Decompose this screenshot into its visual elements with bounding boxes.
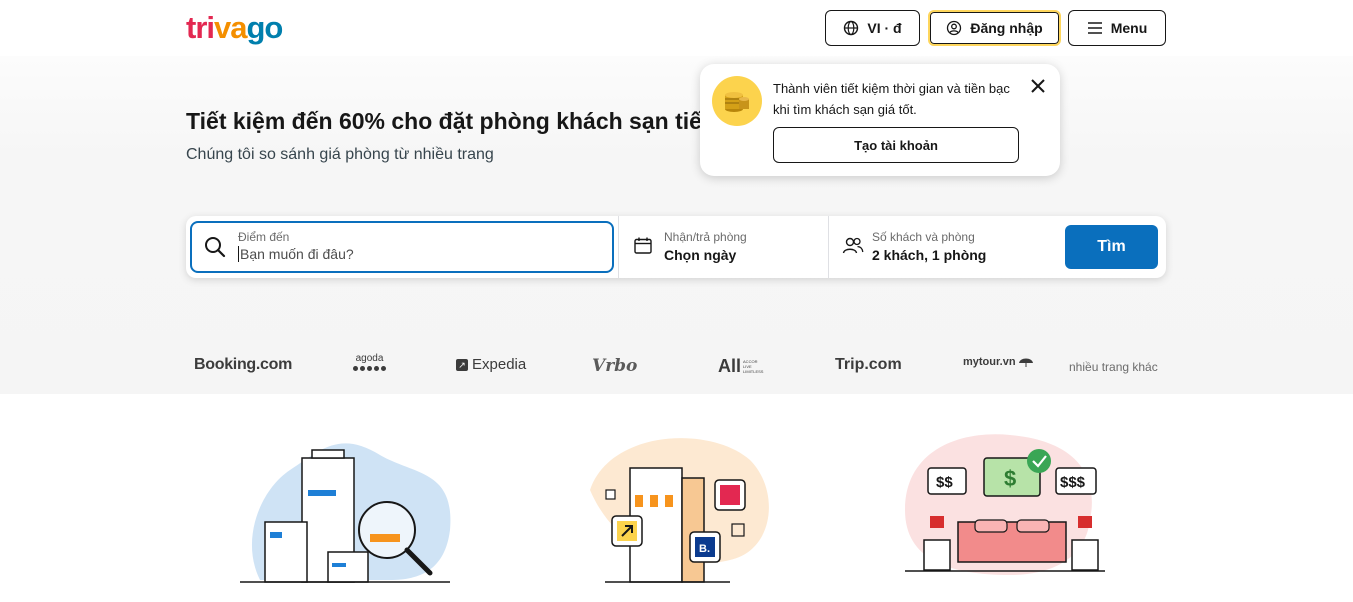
hamburger-icon [1087, 22, 1102, 34]
create-account-button[interactable]: Tạo tài khoản [773, 127, 1019, 163]
svg-text:B.: B. [699, 543, 710, 555]
umbrella-icon [1018, 358, 1033, 367]
svg-text:$$$: $$$ [1060, 474, 1086, 491]
city-search-illustration [240, 443, 451, 583]
agoda-wordmark: agoda [355, 353, 384, 364]
destination-label: Điểm đến [238, 230, 290, 244]
search-icon [205, 237, 226, 258]
guests-label: Số khách và phòng [872, 230, 975, 244]
search-button[interactable]: Tìm [1065, 225, 1158, 269]
divider [828, 216, 829, 278]
vrbo-logo: Vrbo [592, 356, 638, 376]
agoda-logo: agoda [353, 354, 386, 371]
guests-field[interactable]: Số khách và phòng 2 khách, 1 phòng [842, 226, 1042, 268]
language-currency-button[interactable]: VI · đ [825, 10, 920, 46]
best-price-illustration: $$ $ $$$ [905, 434, 1105, 575]
hero-background [0, 0, 1353, 394]
all-wordmark: All [718, 356, 742, 376]
divider [618, 216, 619, 278]
trip-logo: Trip.com [835, 356, 902, 373]
dates-field[interactable]: Nhận/trả phòng Chọn ngày [634, 226, 824, 268]
mytour-wordmark: mytour.vn [963, 356, 1016, 368]
partner-logos: Booking.com agoda ↗ Expedia Vrbo All ACC… [186, 350, 1166, 384]
user-icon [947, 20, 962, 36]
close-icon[interactable] [1028, 76, 1048, 96]
menu-button[interactable]: Menu [1068, 10, 1166, 46]
login-label: Đăng nhập [970, 20, 1043, 36]
destination-input[interactable] [238, 246, 598, 262]
all-tagline: ACCOR LIVE LIMITLESS [743, 359, 764, 374]
guests-value: 2 khách, 1 phòng [872, 247, 987, 263]
booking-logo: Booking.com [194, 356, 293, 373]
coins-icon [712, 76, 762, 126]
hero-title: Tiết kiệm đến 60% cho đặt phòng khách sạ… [186, 108, 700, 134]
agoda-dots [353, 366, 386, 371]
comparison-illustration: B. [590, 438, 769, 583]
more-sites-link[interactable]: nhiều trang khác [1069, 360, 1158, 374]
search-bar: Điểm đến Nhận/trả phòng Chọn ngày Số khá… [186, 216, 1166, 278]
trivago-logo[interactable]: trivago [186, 10, 283, 46]
svg-text:$: $ [1004, 466, 1016, 491]
language-label: VI · đ [867, 20, 902, 36]
hero-subtitle: Chúng tôi so sánh giá phòng từ nhiều tra… [186, 146, 494, 163]
globe-icon [844, 20, 859, 36]
dates-label: Nhận/trả phòng [664, 230, 747, 244]
expedia-wordmark: Expedia [472, 356, 527, 373]
header: trivago VI · đ Đăng nhập Menu [0, 0, 1353, 56]
mytour-logo: mytour.vn [963, 356, 1034, 368]
expedia-logo: ↗ Expedia [456, 356, 526, 373]
guests-icon [842, 237, 864, 254]
dates-value: Chọn ngày [664, 247, 737, 263]
expedia-arrow-icon: ↗ [456, 358, 468, 371]
all-accor-logo: All ACCOR LIVE LIMITLESS [718, 356, 763, 377]
destination-field[interactable]: Điểm đến [190, 221, 614, 273]
menu-label: Menu [1110, 20, 1148, 36]
popover-message: Thành viên tiết kiệm thời gian và tiền b… [773, 81, 1010, 117]
login-button[interactable]: Đăng nhập [928, 10, 1061, 46]
calendar-icon [634, 237, 652, 254]
membership-popover: Thành viên tiết kiệm thời gian và tiền b… [700, 64, 1060, 176]
svg-text:$$: $$ [936, 474, 953, 491]
